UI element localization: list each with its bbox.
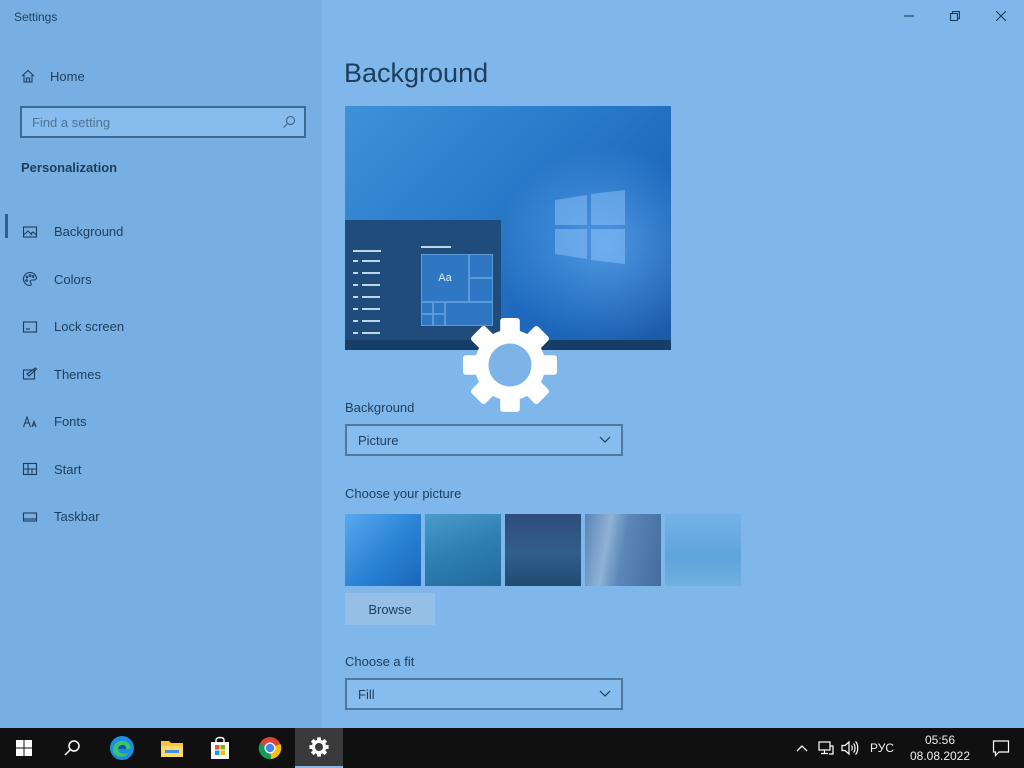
wallpaper-thumbnail-3[interactable] — [505, 514, 581, 586]
sidebar-item-lock-screen[interactable]: Lock screen — [0, 303, 322, 351]
chrome-button[interactable] — [246, 728, 294, 768]
fit-label: Choose a fit — [345, 654, 415, 669]
search-box[interactable] — [20, 106, 306, 138]
sidebar-item-themes[interactable]: Themes — [0, 351, 322, 399]
fonts-icon — [22, 415, 37, 427]
chevron-down-icon — [599, 436, 611, 443]
preview-tile — [421, 302, 433, 314]
background-dropdown-value: Picture — [358, 432, 399, 448]
taskbar-icon — [22, 512, 38, 522]
wallpaper-thumbnail-1[interactable] — [345, 514, 421, 586]
windows-logo-icon — [555, 190, 625, 264]
restore-button[interactable] — [932, 0, 978, 32]
fit-dropdown[interactable]: Fill — [345, 678, 623, 710]
loading-gear-icon — [462, 317, 558, 413]
clock-date: 08.08.2022 — [909, 749, 971, 763]
start-icon — [22, 463, 38, 476]
page-title: Background — [344, 58, 489, 88]
preview-tile — [433, 314, 445, 326]
preview-tile — [469, 254, 493, 278]
sidebar: Settings Home Personalization Background… — [0, 0, 322, 728]
lock-screen-icon — [22, 321, 38, 333]
edge-icon — [110, 736, 134, 760]
sidebar-item-taskbar[interactable]: Taskbar — [0, 493, 322, 541]
settings-window: Settings Home Personalization Background… — [0, 0, 1024, 728]
network-button[interactable] — [814, 728, 838, 768]
chevron-down-icon — [599, 690, 611, 697]
nav-list: Background Colors Lock screen Themes Fon… — [0, 208, 322, 541]
settings-taskbar-button[interactable] — [295, 728, 343, 768]
wallpaper-thumbnail-4[interactable] — [585, 514, 661, 586]
language-indicator[interactable]: РУС — [862, 741, 902, 755]
taskbar-search-button[interactable] — [48, 728, 96, 768]
show-hidden-icons-button[interactable] — [790, 728, 814, 768]
search-icon — [283, 115, 296, 128]
picture-icon — [22, 226, 38, 238]
system-tray: РУС 05:56 08.08.2022 — [790, 728, 1024, 768]
volume-icon — [841, 740, 859, 756]
preview-tile — [421, 314, 433, 326]
file-explorer-button[interactable] — [148, 728, 196, 768]
start-button[interactable] — [0, 728, 48, 768]
sidebar-item-colors[interactable]: Colors — [0, 256, 322, 304]
window-title: Settings — [14, 10, 58, 24]
sidebar-item-label: Lock screen — [54, 319, 125, 335]
minimize-button[interactable] — [886, 0, 932, 32]
edge-button[interactable] — [98, 728, 146, 768]
network-icon — [818, 741, 834, 755]
preview-tile — [469, 278, 493, 302]
background-preview: Aa — [345, 106, 671, 350]
sidebar-item-label: Start — [54, 461, 82, 477]
store-button[interactable] — [196, 728, 244, 768]
sidebar-item-label: Colors — [54, 271, 92, 287]
close-icon — [996, 11, 1006, 21]
themes-icon — [22, 367, 38, 380]
sidebar-item-label: Themes — [54, 366, 101, 382]
start-icon — [16, 740, 32, 756]
preview-tile-aa: Aa — [421, 254, 469, 302]
search-icon — [64, 740, 80, 756]
chevron-up-icon — [796, 745, 808, 752]
store-icon — [211, 736, 229, 759]
window-controls — [886, 0, 1024, 32]
choose-picture-label: Choose your picture — [345, 486, 462, 501]
home-label: Home — [50, 68, 85, 84]
palette-icon — [22, 272, 38, 287]
preview-tile — [433, 302, 445, 314]
file-explorer-icon — [161, 741, 183, 757]
wallpaper-thumbnail-5[interactable] — [665, 514, 741, 586]
home-nav-item[interactable]: Home — [20, 64, 85, 88]
sidebar-item-background[interactable]: Background — [0, 208, 322, 256]
search-input[interactable] — [32, 114, 282, 130]
action-center-button[interactable] — [978, 728, 1024, 768]
restore-icon — [950, 11, 960, 21]
preview-tiles-header — [421, 246, 451, 248]
notification-icon — [992, 740, 1010, 757]
home-icon — [21, 69, 35, 83]
section-title: Personalization — [21, 160, 118, 175]
minimize-icon — [904, 15, 914, 17]
background-dropdown[interactable]: Picture — [345, 424, 623, 456]
close-button[interactable] — [978, 0, 1024, 32]
background-label: Background — [345, 400, 415, 415]
taskbar: РУС 05:56 08.08.2022 — [0, 728, 1024, 768]
clock-time: 05:56 — [924, 733, 956, 747]
fit-dropdown-value: Fill — [358, 686, 375, 702]
sidebar-item-label: Background — [54, 224, 124, 240]
sidebar-item-label: Taskbar — [54, 509, 100, 525]
settings-icon — [309, 737, 329, 757]
sidebar-item-fonts[interactable]: Fonts — [0, 398, 322, 446]
clock[interactable]: 05:56 08.08.2022 — [902, 732, 978, 764]
sidebar-item-label: Fonts — [54, 414, 87, 430]
wallpaper-thumbnail-2[interactable] — [425, 514, 501, 586]
sidebar-item-start[interactable]: Start — [0, 446, 322, 494]
chrome-icon — [258, 737, 282, 760]
volume-button[interactable] — [838, 728, 862, 768]
picture-gallery — [345, 514, 741, 586]
browse-button[interactable]: Browse — [345, 593, 435, 625]
